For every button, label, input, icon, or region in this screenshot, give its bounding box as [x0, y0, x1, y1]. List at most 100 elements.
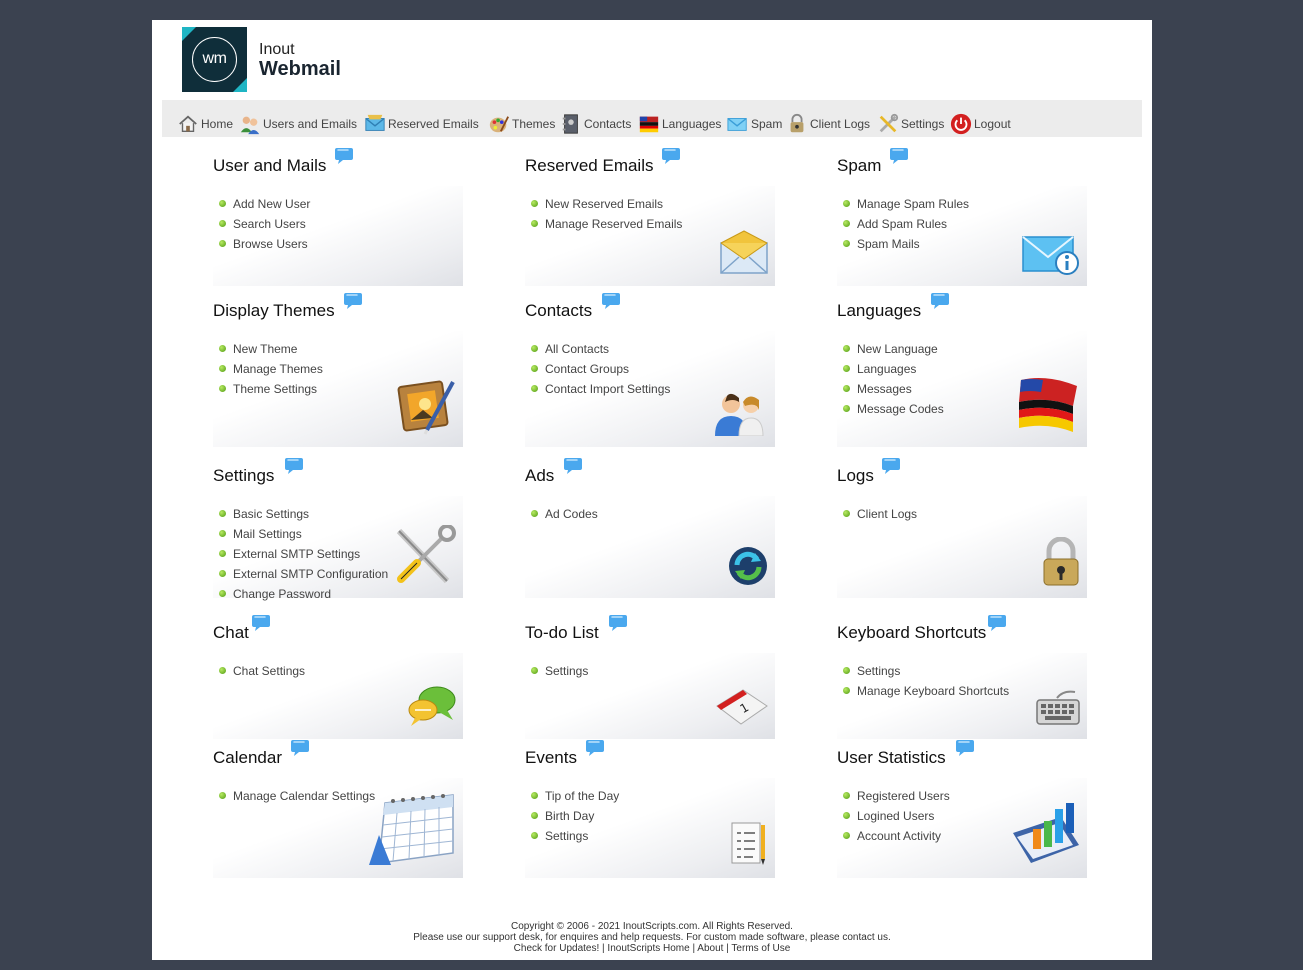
section-panel: New Language Languages Messages Message Cod…	[837, 331, 1087, 447]
footer-link-updates[interactable]: Check for Updates!	[514, 943, 600, 954]
section-link[interactable]: Tip of the Day	[531, 786, 619, 806]
main-page: wm Inout Webmail Home Users and Emails Res…	[152, 20, 1152, 960]
logo-text-line2: Webmail	[259, 58, 341, 80]
section-title: Chat	[213, 623, 249, 642]
section-link[interactable]: All Contacts	[531, 339, 670, 359]
section-link[interactable]: Languages	[843, 359, 944, 379]
section-panel: Registered Users Logined Users Account Act…	[837, 778, 1087, 878]
section-link[interactable]: Add New User	[219, 194, 310, 214]
help-bubble-icon[interactable]	[987, 614, 1007, 632]
section-link[interactable]: Settings	[843, 661, 1009, 681]
section-card: User and Mails Add New User Search Users Br…	[213, 148, 479, 298]
section-link[interactable]: Birth Day	[531, 806, 619, 826]
section-link[interactable]: Spam Mails	[843, 234, 969, 254]
section-links: Manage Spam Rules Add Spam Rules Spam Mail…	[843, 194, 969, 254]
section-link[interactable]: Manage Calendar Settings	[219, 786, 375, 806]
section-links: Ad Codes	[531, 504, 598, 524]
help-bubble-icon[interactable]	[601, 292, 621, 310]
section-link[interactable]: Manage Spam Rules	[843, 194, 969, 214]
section-title: Settings	[213, 466, 275, 485]
help-bubble-icon[interactable]	[930, 292, 950, 310]
section-link[interactable]: Manage Keyboard Shortcuts	[843, 681, 1009, 701]
section-link[interactable]: Logined Users	[843, 806, 950, 826]
section-panel: Add New User Search Users Browse Users	[213, 186, 479, 298]
nav-item-8[interactable]: Settings	[877, 112, 944, 136]
section-links: Tip of the Day Birth Day Settings	[531, 786, 619, 846]
section-link[interactable]: Registered Users	[843, 786, 950, 806]
help-bubble-icon[interactable]	[661, 147, 681, 165]
section-panel: Tip of the Day Birth Day Settings	[525, 778, 775, 878]
section-link[interactable]: New Reserved Emails	[531, 194, 682, 214]
section-card: Contacts All Contacts Contact Groups Contac…	[525, 293, 787, 447]
nav-item-3[interactable]: Themes	[488, 112, 555, 136]
footer-link-terms[interactable]: Terms of Use	[731, 943, 790, 954]
nav-item-label: Contacts	[584, 117, 632, 131]
section-link[interactable]: New Theme	[219, 339, 323, 359]
help-bubble-icon[interactable]	[343, 292, 363, 310]
help-bubble-icon[interactable]	[608, 614, 628, 632]
paint-frame-icon	[397, 376, 457, 441]
section-link[interactable]: Change Password	[219, 584, 388, 604]
section-panel: Settings 1	[525, 653, 775, 739]
section-link[interactable]: Message Codes	[843, 399, 944, 419]
section-title: Logs	[837, 466, 874, 485]
section-link[interactable]: Add Spam Rules	[843, 214, 969, 234]
help-bubble-icon[interactable]	[284, 457, 304, 475]
section-links: Registered Users Logined Users Account Act…	[843, 786, 950, 846]
section-card: Chat Chat Settings	[213, 615, 475, 739]
help-bubble-icon[interactable]	[881, 457, 901, 475]
section-title: User and Mails	[213, 156, 327, 175]
nav-item-1[interactable]: Users and Emails	[239, 112, 357, 136]
section-link[interactable]: Chat Settings	[219, 661, 305, 681]
nav-item-7[interactable]: Client Logs	[786, 112, 870, 136]
section-link[interactable]: External SMTP Configuration	[219, 564, 388, 584]
section-title: Calendar	[213, 748, 282, 767]
section-link[interactable]: Contact Import Settings	[531, 379, 670, 399]
nav-item-4[interactable]: Contacts	[560, 112, 631, 136]
section-title: Contacts	[525, 301, 593, 320]
help-bubble-icon[interactable]	[334, 147, 354, 165]
help-bubble-icon[interactable]	[955, 739, 975, 757]
checklist-icon	[729, 819, 769, 872]
help-bubble-icon[interactable]	[251, 614, 271, 632]
section-link[interactable]: Messages	[843, 379, 944, 399]
power-icon	[950, 113, 974, 135]
section-link[interactable]: Manage Reserved Emails	[531, 214, 682, 234]
help-bubble-icon[interactable]	[563, 457, 583, 475]
section-link[interactable]: External SMTP Settings	[219, 544, 388, 564]
help-bubble-icon[interactable]	[889, 147, 909, 165]
section-title: Reserved Emails	[525, 156, 654, 175]
section-link[interactable]: Search Users	[219, 214, 310, 234]
section-link[interactable]: Theme Settings	[219, 379, 323, 399]
section-link[interactable]: Account Activity	[843, 826, 950, 846]
section-link[interactable]: Settings	[531, 826, 619, 846]
section-panel: Ad Codes	[525, 496, 775, 598]
section-link[interactable]: Contact Groups	[531, 359, 670, 379]
footer-links: Check for Updates! | InoutScripts Home |…	[513, 943, 791, 954]
section-link[interactable]: Ad Codes	[531, 504, 598, 524]
section-link[interactable]: Manage Themes	[219, 359, 323, 379]
nav-item-0[interactable]: Home	[177, 112, 233, 136]
section-panel: New Reserved Emails Manage Reserved Email…	[525, 186, 775, 286]
section-link[interactable]: Mail Settings	[219, 524, 388, 544]
help-bubble-icon[interactable]	[585, 739, 605, 757]
section-links: Chat Settings	[219, 661, 305, 681]
nav-item-label: Spam	[751, 117, 783, 131]
section-panel: Basic Settings Mail Settings External SMTP…	[213, 496, 463, 601]
nav-item-6[interactable]: Spam	[727, 112, 782, 136]
logo[interactable]: wm	[182, 27, 247, 92]
section-link[interactable]: Browse Users	[219, 234, 310, 254]
nav-item-5[interactable]: Languages	[638, 112, 721, 136]
footer-link-home[interactable]: InoutScripts Home	[607, 943, 689, 954]
section-card: Settings Basic Settings Mail Settings Exter…	[213, 458, 475, 601]
section-link[interactable]: Client Logs	[843, 504, 917, 524]
section-link[interactable]: New Language	[843, 339, 944, 359]
section-link[interactable]: Settings	[531, 661, 588, 681]
nav-item-9[interactable]: Logout	[950, 112, 1011, 136]
footer-link-about[interactable]: About	[697, 943, 723, 954]
section-link[interactable]: Basic Settings	[219, 504, 388, 524]
section-title: Display Themes	[213, 301, 335, 320]
section-panel: Manage Spam Rules Add Spam Rules Spam Mail…	[837, 186, 1087, 286]
help-bubble-icon[interactable]	[290, 739, 310, 757]
nav-item-2[interactable]: Reserved Emails	[364, 112, 479, 136]
